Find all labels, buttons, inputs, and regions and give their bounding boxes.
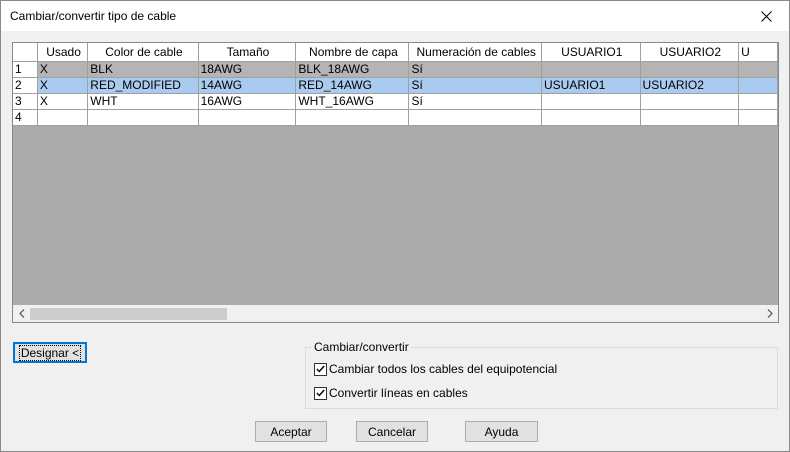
checkbox-box[interactable] [314, 362, 327, 376]
corner-header[interactable] [13, 43, 38, 62]
cell-usado[interactable] [37, 109, 89, 126]
cable-type-grid[interactable]: Usado Color de cable Tamaño Nombre de ca… [12, 42, 779, 323]
column-header[interactable]: Color de cable [87, 43, 199, 62]
table-row[interactable]: 4 [13, 109, 778, 126]
aceptar-button[interactable]: Aceptar [255, 421, 327, 442]
cell-user1[interactable]: USUARIO1 [541, 77, 641, 94]
row-header[interactable]: 4 [13, 109, 38, 126]
table-row[interactable]: 1 X BLK 18AWG BLK_18AWG Sí [13, 61, 778, 78]
cell-user3[interactable] [738, 93, 778, 110]
cell-layer[interactable]: RED_14AWG [295, 77, 410, 94]
cell-user2[interactable] [640, 109, 740, 126]
scrollbar-thumb[interactable] [30, 308, 227, 320]
cell-color[interactable]: RED_MODIFIED [87, 77, 199, 94]
change-all-cables-checkbox[interactable]: Cambiar todos los cables del equipotenci… [314, 362, 557, 376]
cable-table: Usado Color de cable Tamaño Nombre de ca… [13, 43, 778, 126]
cell-user1[interactable] [541, 109, 641, 126]
change-all-cables-label: Cambiar todos los cables del equipotenci… [329, 362, 558, 376]
table-row[interactable]: 2 X RED_MODIFIED 14AWG RED_14AWG Sí USUA… [13, 77, 778, 94]
scroll-right-button[interactable] [761, 305, 778, 322]
cell-size[interactable] [198, 109, 297, 126]
cancelar-button[interactable]: Cancelar [356, 421, 428, 442]
cell-color[interactable]: BLK [87, 61, 199, 78]
scroll-left-button[interactable] [13, 305, 30, 322]
checkbox-box[interactable] [314, 386, 327, 400]
cell-usado[interactable]: X [37, 93, 89, 110]
checkmark-icon [316, 389, 325, 397]
cell-usado[interactable]: X [37, 61, 89, 78]
table-row[interactable]: 3 X WHT 16AWG WHT_16AWG Sí [13, 93, 778, 110]
cell-numbering[interactable]: Sí [408, 93, 542, 110]
cell-user2[interactable] [640, 93, 740, 110]
cell-size[interactable]: 14AWG [198, 77, 297, 94]
column-header[interactable]: Tamaño [198, 43, 297, 62]
cell-user2[interactable] [640, 61, 740, 78]
column-header[interactable]: U [738, 43, 778, 62]
cell-user1[interactable] [541, 93, 641, 110]
ayuda-button-label: Ayuda [484, 424, 519, 439]
cell-layer[interactable]: WHT_16AWG [295, 93, 410, 110]
row-header[interactable]: 3 [13, 93, 38, 110]
window-title: Cambiar/convertir tipo de cable [10, 9, 177, 23]
dialog-window: Cambiar/convertir tipo de cable Usado Co… [0, 0, 790, 452]
row-header[interactable]: 1 [13, 61, 38, 78]
cell-user1[interactable] [541, 61, 641, 78]
cell-layer[interactable] [295, 109, 410, 126]
convert-lines-label: Convertir líneas en cables [329, 386, 468, 400]
column-header[interactable]: Nombre de capa [295, 43, 410, 62]
cell-size[interactable]: 16AWG [198, 93, 297, 110]
chevron-right-icon [767, 309, 773, 318]
title-bar: Cambiar/convertir tipo de cable [1, 1, 789, 31]
cell-color[interactable] [87, 109, 199, 126]
cell-user2[interactable]: USUARIO2 [640, 77, 740, 94]
close-icon [760, 10, 772, 22]
group-title: Cambiar/convertir [312, 340, 411, 354]
designar-button-label: Designar < [18, 344, 82, 361]
ayuda-button[interactable]: Ayuda [465, 421, 538, 442]
cell-user3[interactable] [738, 61, 778, 78]
table-header-row: Usado Color de cable Tamaño Nombre de ca… [13, 43, 778, 62]
column-header[interactable]: Numeración de cables [408, 43, 542, 62]
cell-user3[interactable] [738, 109, 778, 126]
cell-user3[interactable] [738, 77, 778, 94]
change-convert-group: Cambiar/convertir Cambiar todos los cabl… [305, 340, 778, 409]
cell-color[interactable]: WHT [87, 93, 199, 110]
row-header[interactable]: 2 [13, 77, 38, 94]
chevron-left-icon [18, 309, 24, 318]
cell-usado[interactable]: X [37, 77, 89, 94]
aceptar-button-label: Aceptar [270, 424, 312, 439]
cell-layer[interactable]: BLK_18AWG [295, 61, 410, 78]
cell-size[interactable]: 18AWG [198, 61, 297, 78]
cell-numbering[interactable]: Sí [408, 77, 542, 94]
close-button[interactable] [743, 1, 789, 31]
horizontal-scrollbar[interactable] [13, 305, 778, 322]
checkmark-icon [316, 365, 325, 373]
column-header[interactable]: Usado [37, 43, 89, 62]
column-header[interactable]: USUARIO2 [640, 43, 740, 62]
cell-numbering[interactable] [408, 109, 542, 126]
cancelar-button-label: Cancelar [367, 424, 417, 439]
convert-lines-checkbox[interactable]: Convertir líneas en cables [314, 386, 468, 400]
designar-button[interactable]: Designar < [13, 342, 87, 363]
column-header[interactable]: USUARIO1 [541, 43, 641, 62]
cell-numbering[interactable]: Sí [408, 61, 542, 78]
